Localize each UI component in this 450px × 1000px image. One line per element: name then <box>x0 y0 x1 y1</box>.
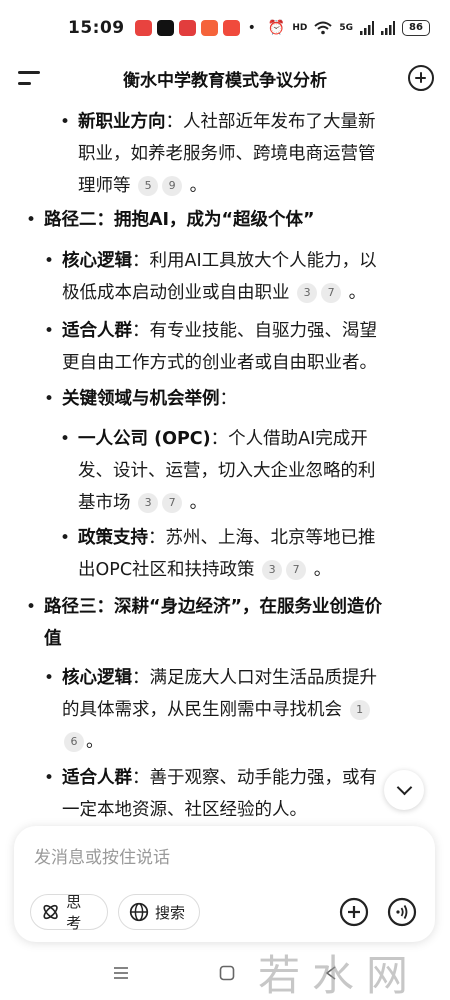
list-item-path2-fields: 关键领域与机会举例： <box>62 389 237 409</box>
bullet-dot: • <box>44 768 55 788</box>
list-item-path3-people: 适合人群：善于观察、动手能力强，或有 一定本地资源、社区经验的人。 <box>62 768 377 820</box>
bullet-dot: • <box>60 429 71 449</box>
list-item-policy: 政策支持：苏州、上海、北京等地已推 出OPC社区和扶持政策 37 。 <box>78 528 376 580</box>
citation-badge[interactable]: 7 <box>321 283 342 303</box>
watermark-logo: 若水网 <box>258 951 421 1000</box>
chat-message-content: • 新职业方向：人社部近年发布了大量新 职业，如养老服务师、跨境电商运营管 理师… <box>0 100 450 825</box>
citation-badge[interactable]: 3 <box>262 560 283 580</box>
bullet-dot: • <box>44 321 55 341</box>
voice-input-button[interactable] <box>386 896 418 928</box>
video-app-icon <box>200 20 218 36</box>
notification-icons <box>134 20 240 36</box>
search-button[interactable]: 搜索 <box>118 894 200 930</box>
think-label: 思考 <box>66 893 82 932</box>
status-right: ⏰ HD 5G 86 <box>268 20 430 36</box>
search-label: 搜索 <box>155 903 186 922</box>
list-item-path2-people: 适合人群：有专业技能、自驱力强、渴望 更自由工作方式的创业者或自由职业者。 <box>62 321 377 373</box>
bullet-dot: • <box>44 251 55 271</box>
citation-badge[interactable]: 7 <box>286 560 307 580</box>
add-attachment-button[interactable] <box>338 896 370 928</box>
status-bar: 15:09 • ⏰ HD 5G 86 <box>0 0 450 56</box>
signal-icon <box>360 21 374 35</box>
list-item-path2-logic: 核心逻辑：利用AI工具放大个人能力，以 极低成本启动创业或自由职业 37 。 <box>62 251 377 303</box>
bullet-dot: • <box>44 389 55 409</box>
bullet-dot: • <box>60 528 71 548</box>
page-title: 衡水中学教育模式争议分析 <box>123 70 327 91</box>
wifi-icon <box>314 21 333 35</box>
app-notification-icon <box>222 20 240 36</box>
menu-nav-icon[interactable] <box>113 966 129 980</box>
citation-badge[interactable]: 3 <box>297 283 318 303</box>
bullet-dot: • <box>26 597 37 617</box>
network-5g-label: 5G <box>339 23 353 33</box>
new-chat-button[interactable] <box>408 65 434 91</box>
list-item-path3-logic: 核心逻辑：满足庞大人口对生活品质提升 的具体需求，从民生刚需中寻找机会 1 6。 <box>62 668 377 752</box>
status-dot: • <box>247 20 256 36</box>
citation-badge[interactable]: 3 <box>138 493 159 513</box>
list-item-opc: 一人公司 (OPC)：个人借助AI完成开 发、设计、运营，切入大企业忽略的利 基… <box>78 429 376 513</box>
home-nav-icon[interactable] <box>219 965 235 981</box>
think-button[interactable]: 思考 <box>30 893 108 932</box>
tiktok-icon <box>156 20 174 36</box>
message-input-panel: 发消息或按住说话 思考 搜索 <box>14 826 435 942</box>
citation-badge[interactable]: 5 <box>138 176 159 196</box>
section-heading-path3: 路径三：深耕“身边经济”，在服务业创造价 值 <box>44 597 383 649</box>
app-notification-icon <box>134 20 152 36</box>
app-notification-icon <box>178 20 196 36</box>
section-heading-path2: 路径二：拥抱AI，成为“超级个体” <box>44 210 315 230</box>
citation-badge[interactable]: 7 <box>162 493 183 513</box>
signal-icon <box>381 21 395 35</box>
battery-icon: 86 <box>402 20 430 36</box>
citation-badge[interactable]: 1 <box>349 700 370 720</box>
hd-icon: HD <box>292 23 308 33</box>
citation-badge[interactable]: 6 <box>64 732 84 752</box>
bullet-dot: • <box>26 210 37 230</box>
message-input[interactable]: 发消息或按住说话 <box>34 843 170 868</box>
bullet-dot: • <box>44 668 55 688</box>
scroll-to-bottom-button[interactable] <box>384 770 424 810</box>
status-time: 15:09 <box>68 18 125 38</box>
header: 衡水中学教育模式争议分析 <box>0 56 450 100</box>
menu-icon[interactable] <box>18 68 42 88</box>
list-item-job-direction: 新职业方向：人社部近年发布了大量新 职业，如养老服务师、跨境电商运营管 理师等 … <box>78 112 376 196</box>
globe-icon <box>129 902 149 922</box>
citation-badge[interactable]: 9 <box>162 176 183 196</box>
chevron-down-icon <box>396 779 412 795</box>
bullet-dot: • <box>60 112 71 132</box>
alarm-icon: ⏰ <box>267 20 286 36</box>
atom-icon <box>43 904 58 920</box>
